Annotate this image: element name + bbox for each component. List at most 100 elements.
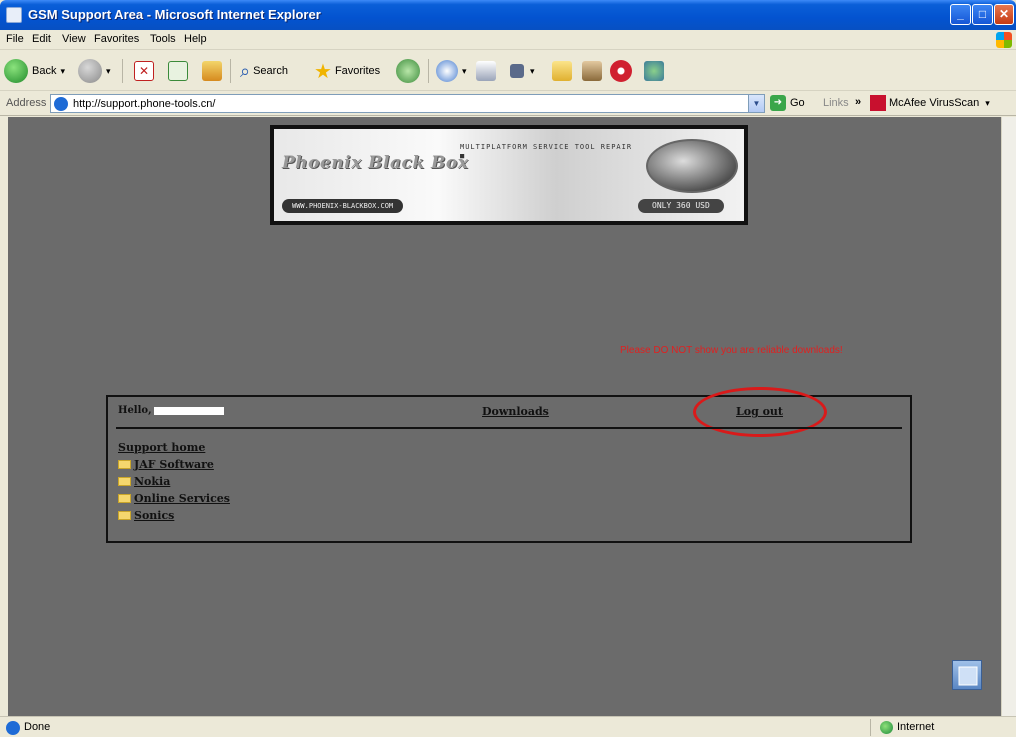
chevron-down-icon: ▾ [106,65,111,76]
back-label: Back [32,65,57,77]
menu-tools[interactable]: Tools [150,33,176,45]
home-button[interactable] [202,57,222,85]
folder-button[interactable] [552,57,572,85]
print-icon [476,61,496,81]
mcafee-button[interactable]: McAfee VirusScan ▾ [870,95,990,111]
mail-icon [436,60,458,82]
chevron-down-icon: ▾ [985,97,990,108]
address-label: Address [6,97,47,109]
minimize-button[interactable]: _ [950,4,971,25]
advertisement-banner[interactable]: Phoenix Black Box MULTIPLATFORM SERVICE … [270,125,748,225]
mail-button[interactable]: ▾ [436,57,467,85]
banner-panel: Phoenix Black Box MULTIPLATFORM SERVICE … [274,129,744,221]
mcafee-icon [870,95,886,111]
refresh-icon [168,61,188,81]
chevron-down-icon: ▾ [462,65,467,76]
toolbar: Back ▾ ▾ ✕ ⌕ Search ★ Favorites ▾ ▾ [0,51,1016,91]
favorites-button[interactable]: ★ Favorites [314,57,380,85]
divider [116,427,902,429]
vertical-scrollbar[interactable] [1001,117,1016,716]
forward-button[interactable]: ▾ [78,57,111,85]
research-button[interactable] [582,57,602,85]
menu-view[interactable]: View [62,33,86,45]
nav-link-jaf-software[interactable]: JAF Software [134,458,214,471]
history-icon [396,59,420,83]
menu-favorites[interactable]: Favorites [94,33,139,45]
menu-file[interactable]: File [6,33,24,45]
ie-window: GSM Support Area - Microsoft Internet Ex… [0,0,1016,737]
banner-url: WWW.PHOENIX-BLACKBOX.COM [282,199,404,213]
zone-label: Internet [897,721,935,733]
edit-icon [510,64,524,78]
edit-button[interactable]: ▾ [510,57,535,85]
banner-price: ONLY 360 USD [638,199,724,213]
support-home-link[interactable]: Support home [118,441,205,454]
folder-icon [118,511,131,520]
search-label: Search [253,65,288,77]
messenger-button[interactable] [610,57,636,85]
search-button[interactable]: ⌕ Search [240,57,288,85]
go-arrow-icon: ➜ [770,95,786,111]
title-bar: GSM Support Area - Microsoft Internet Ex… [0,0,1016,30]
list-item: Sonics [118,507,230,524]
banner-logo: Phoenix Black Box [282,153,469,173]
downloads-link[interactable]: Downloads [482,405,549,418]
mcafee-label: McAfee VirusScan [889,97,980,109]
links-chevron-icon[interactable]: » [855,96,861,108]
back-arrow-icon [4,59,28,83]
list-item: JAF Software [118,456,230,473]
greeting: Hello, [118,405,152,416]
home-icon [202,61,222,81]
menu-help[interactable]: Help [184,33,207,45]
toolbar-separator [230,59,231,83]
people-button[interactable] [644,57,664,85]
ie-icon [6,7,22,23]
list-item: Online Services [118,490,230,507]
page-content: Phoenix Black Box MULTIPLATFORM SERVICE … [8,117,1001,716]
redacted-username [154,407,224,415]
favorites-label: Favorites [334,65,381,77]
windows-logo-icon [996,32,1012,48]
page-icon [6,721,20,735]
support-nav: Support home JAF Software Nokia Online S… [118,439,230,524]
nav-link-nokia[interactable]: Nokia [134,475,170,488]
nav-link-online-services[interactable]: Online Services [134,492,230,505]
maximize-button[interactable]: □ [972,4,993,25]
search-icon: ⌕ [240,60,251,81]
list-item: Support home [118,439,230,456]
warning-notice: Please DO NOT show you are reliable down… [620,345,843,356]
address-bar: Address http://support.phone-tools.cn/ ▼… [0,92,1016,116]
chevron-down-icon[interactable]: ▼ [748,95,764,112]
links-label[interactable]: Links [823,97,849,109]
list-item: Nokia [118,473,230,490]
close-button[interactable]: ✕ [994,4,1014,25]
toolbar-separator [428,59,429,83]
stop-button[interactable]: ✕ [134,57,154,85]
print-button[interactable] [476,57,496,85]
scroll-to-top-button[interactable] [952,660,982,690]
menu-edit[interactable]: Edit [32,33,51,45]
star-icon: ★ [314,60,332,83]
internet-zone-icon [880,721,893,734]
nav-link-sonics[interactable]: Sonics [134,509,174,522]
menu-bar: File Edit View Favorites Tools Help [0,30,1016,50]
folder-icon [118,477,131,486]
folder-icon [118,494,131,503]
banner-tagline: MULTIPLATFORM SERVICE TOOL REPAIR ■ [460,143,633,160]
messenger-icon [610,60,632,82]
status-separator [870,719,871,736]
people-icon [644,61,664,81]
research-icon [582,61,602,81]
support-panel: Hello, Downloads Log out Support home JA… [106,387,912,543]
toolbar-separator [122,59,123,83]
address-input[interactable]: http://support.phone-tools.cn/ ▼ [50,94,765,113]
go-button[interactable]: ➜ Go [770,95,805,111]
back-button[interactable]: Back ▾ [4,57,65,85]
refresh-button[interactable] [168,57,188,85]
history-button[interactable] [396,57,424,85]
page-icon [54,97,68,111]
chevron-down-icon: ▾ [530,65,535,76]
forward-arrow-icon [78,59,102,83]
status-bar: Done Internet [0,716,1016,737]
address-url: http://support.phone-tools.cn/ [73,98,216,110]
